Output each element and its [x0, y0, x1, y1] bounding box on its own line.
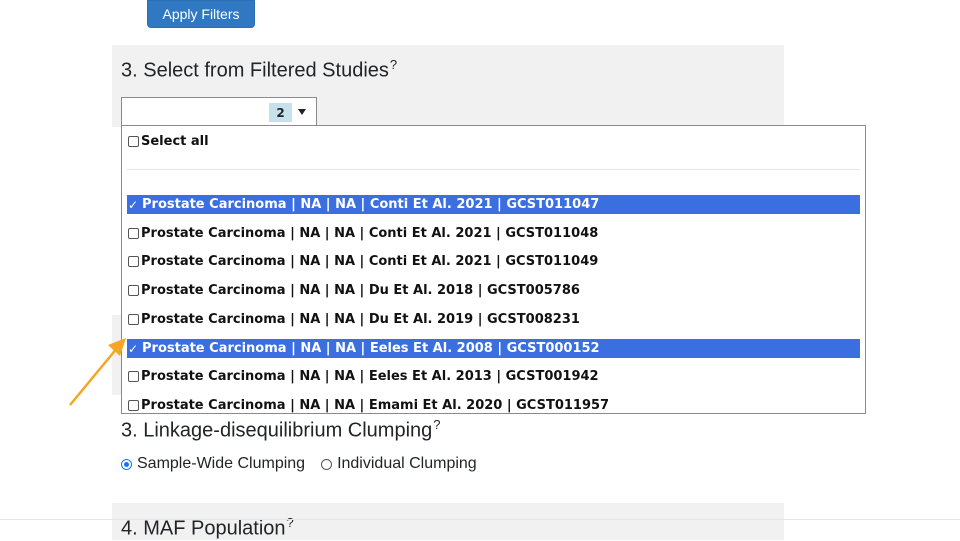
study-option-label: Prostate Carcinoma | NA | NA | Emami Et … [141, 398, 610, 413]
studies-dropdown-list[interactable]: Select all ✓ Prostate Carcinoma | NA | NA… [121, 125, 866, 414]
individual-radio[interactable] [321, 458, 333, 470]
study-checkbox[interactable] [128, 228, 139, 239]
ld-clumping-title: 3. Linkage-disequilibrium Clumping? [121, 417, 441, 442]
study-option[interactable]: Prostate Carcinoma | NA | NA | Conti Et … [127, 224, 860, 243]
studies-select-box[interactable]: 2 [121, 97, 317, 126]
study-option[interactable]: Prostate Carcinoma | NA | NA | Du Et Al.… [127, 281, 860, 300]
study-option-label: Prostate Carcinoma | NA | NA | Conti Et … [141, 254, 599, 269]
study-checkbox[interactable] [128, 285, 139, 296]
study-option[interactable]: Prostate Carcinoma | NA | NA | Du Et Al.… [127, 310, 860, 329]
help-icon[interactable]: ? [390, 57, 397, 72]
sample-wide-label[interactable]: Sample-Wide Clumping [137, 455, 305, 473]
select-studies-title: 3. Select from Filtered Studies? [121, 57, 398, 82]
sample-wide-radio[interactable] [121, 458, 132, 470]
select-all-label: Select all [141, 134, 209, 149]
arrow-shaft [69, 346, 119, 406]
study-option-label: Prostate Carcinoma | NA | NA | Du Et Al.… [141, 283, 580, 298]
study-option-label: Prostate Carcinoma | NA | NA | Du Et Al.… [141, 312, 580, 327]
chevron-down-icon[interactable] [298, 109, 306, 115]
study-option[interactable]: Prostate Carcinoma | NA | NA | Eeles Et … [127, 367, 860, 386]
help-icon[interactable]: ? [433, 417, 440, 432]
study-option-label: Prostate Carcinoma | NA | NA | Eeles Et … [142, 341, 600, 356]
study-checkbox[interactable] [128, 314, 139, 325]
study-checkbox[interactable] [128, 371, 139, 382]
study-option-label: Prostate Carcinoma | NA | NA | Conti Et … [141, 226, 599, 241]
study-option[interactable]: ✓ Prostate Carcinoma | NA | NA | Eeles Et… [127, 339, 860, 358]
select-all-checkbox[interactable] [128, 136, 139, 147]
selected-count-badge: 2 [269, 103, 292, 122]
study-checkbox[interactable] [128, 400, 139, 411]
study-option[interactable]: ✓ Prostate Carcinoma | NA | NA | Conti Et… [127, 195, 860, 214]
study-option-label: Prostate Carcinoma | NA | NA | Eeles Et … [141, 369, 599, 384]
apply-filters-button[interactable]: Apply Filters [147, 0, 255, 28]
individual-label[interactable]: Individual Clumping [337, 455, 477, 473]
bottom-shade [0, 519, 960, 541]
clumping-options: Sample-Wide Clumping Individual Clumping [121, 455, 477, 473]
check-icon[interactable]: ✓ [128, 198, 142, 212]
dropdown-divider [127, 169, 860, 170]
study-option[interactable]: Prostate Carcinoma | NA | NA | Emami Et … [127, 396, 860, 413]
study-option[interactable]: Prostate Carcinoma | NA | NA | Conti Et … [127, 252, 860, 271]
select-all-option[interactable]: Select all [127, 132, 860, 151]
check-icon[interactable]: ✓ [128, 342, 142, 356]
study-option-label: Prostate Carcinoma | NA | NA | Conti Et … [142, 197, 600, 212]
study-checkbox[interactable] [128, 256, 139, 267]
